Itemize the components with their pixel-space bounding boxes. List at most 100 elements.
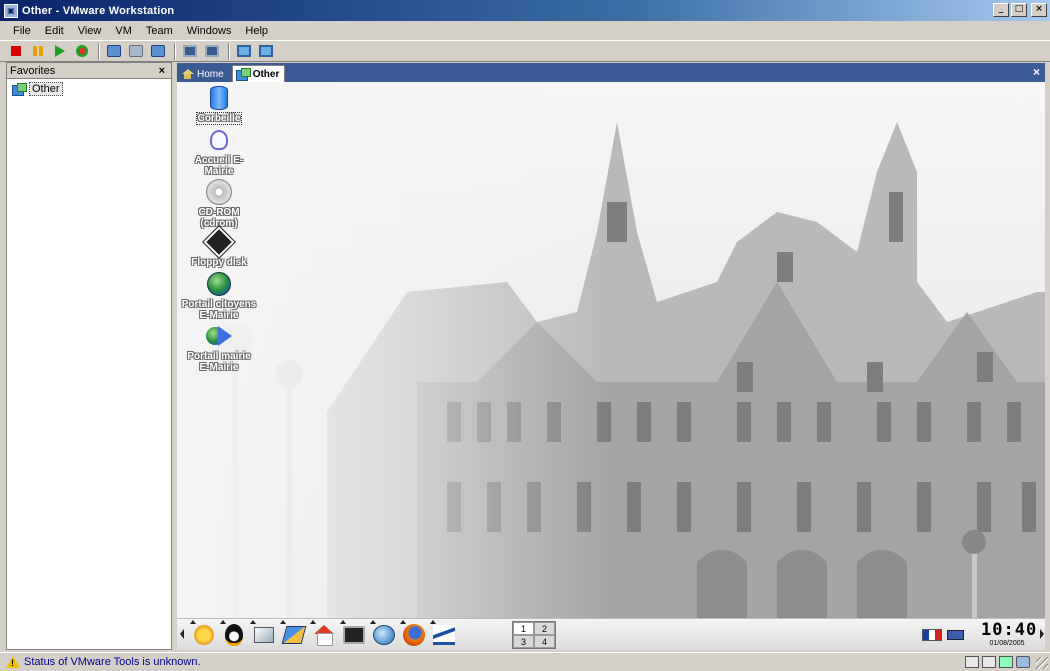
quick-switch-button[interactable] [202,42,222,61]
sound-icon[interactable] [1016,656,1030,668]
desktop-icon-label: Floppy disk [191,257,247,268]
close-button[interactable]: × [1031,3,1047,17]
menu-file[interactable]: File [6,25,38,37]
desktop-icon-portail-citoyens[interactable]: Portail citoyens E-Mairie [179,270,259,321]
favorites-item-other[interactable]: Other [7,81,171,97]
menu-vm[interactable]: VM [108,25,139,37]
status-bar: Status of VMware Tools is unknown. [0,652,1050,671]
toolbar [0,40,1050,62]
desktop-icon-portail-mairie[interactable]: Portail mairie E-Mairie [179,322,259,373]
tab-strip: Home Other × [177,63,1045,82]
close-tab-button[interactable]: × [1033,65,1040,79]
suspend-button[interactable] [28,42,48,61]
maximize-button[interactable]: □ [1011,3,1027,17]
menu-view[interactable]: View [71,25,109,37]
guest-taskbar: 1 2 3 4 10:40 01/08/2005 [177,618,1045,650]
snapshot-manager-button[interactable] [148,42,168,61]
pause-icon [33,46,43,56]
clock-date: 01/08/2005 [989,640,1025,647]
menu-windows[interactable]: Windows [180,25,239,37]
favorites-title: Favorites [10,64,56,77]
tab-home[interactable]: Home [179,66,229,82]
workspace-4[interactable]: 4 [534,635,555,648]
snapshot-button[interactable] [104,42,124,61]
launcher-tux[interactable] [220,620,247,648]
network-icon[interactable] [999,656,1013,668]
toolbar-separator [98,42,100,60]
vm-icon [235,68,251,81]
tab-home-label: Home [197,68,224,80]
monitor-switch-icon [205,45,219,57]
launcher-terminal[interactable] [340,620,367,648]
workspace-2[interactable]: 2 [534,622,555,635]
tab-other-label: Other [252,68,280,80]
desktop-icon-label: Portail citoyens E-Mairie [181,299,257,321]
workspace-3[interactable]: 3 [513,635,534,648]
launcher-files[interactable] [250,620,277,648]
harddisk-icon[interactable] [965,656,979,668]
desktop-icon-floppy[interactable]: Floppy disk [179,225,259,268]
desktop-icon-cdrom[interactable]: CD-ROM (cdrom) [179,178,259,229]
window-controls: _ □ × [993,3,1047,17]
box-icon [254,627,274,643]
firefox-icon [403,624,425,646]
launcher-home[interactable] [310,620,337,648]
window-title-bar[interactable]: ▣ Other - VMware Workstation _ □ × [0,0,1050,21]
favorites-close-button[interactable]: × [159,65,165,77]
desktop-icon-label: Accueil E-Mairie [194,155,244,177]
keyboard-layout-icon[interactable] [947,630,964,640]
trash-icon [210,86,228,110]
launcher-chart[interactable] [430,620,457,648]
power-off-button[interactable] [6,42,26,61]
camera-revert-icon [129,45,143,57]
desktop-icon-label: Portail mairie E-Mairie [187,351,251,373]
guest-desktop[interactable]: Corbeille Accueil E-Mairie CD-ROM (cdrom… [177,82,1045,618]
toolbar-separator [174,42,176,60]
globe-icon [207,272,231,296]
console-view-button[interactable] [256,42,276,61]
launcher-firefox[interactable] [400,620,427,648]
play-icon [55,45,65,57]
globe-arrow-icon [206,325,232,347]
monitor-icon [183,45,197,57]
full-screen-button[interactable] [180,42,200,61]
menu-team[interactable]: Team [139,25,180,37]
reset-icon [76,45,88,57]
french-flag-icon[interactable] [922,629,942,641]
unity-button[interactable] [234,42,254,61]
favorites-panel: Favorites × Other [6,62,172,650]
cd-icon [206,179,232,205]
menu-edit[interactable]: Edit [38,25,71,37]
sun-icon [194,625,214,645]
vm-icon [12,83,27,96]
bulb-icon [210,130,228,150]
revert-snapshot-button[interactable] [126,42,146,61]
launcher-network[interactable] [370,620,397,648]
favorites-header: Favorites × [7,63,171,79]
taskbar-scroll-left-icon[interactable] [180,629,184,639]
globe-icon [373,625,395,645]
device-status-icons [965,656,1030,668]
menu-bar: File Edit View VM Team Windows Help [0,21,1050,40]
power-on-button[interactable] [50,42,70,61]
monitor-console-icon [259,45,273,57]
minimize-button[interactable]: _ [993,3,1009,17]
home-icon [182,69,194,79]
desktop-icon-label: Corbeille [195,112,243,125]
favorites-item-label: Other [29,82,63,96]
taskbar-scroll-right-icon[interactable] [1040,629,1044,639]
desktop-icon-accueil[interactable]: Accueil E-Mairie [179,126,259,177]
reset-button[interactable] [72,42,92,61]
home-icon [314,625,334,646]
status-text: Status of VMware Tools is unknown. [24,656,201,668]
menu-help[interactable]: Help [238,25,275,37]
guest-clock[interactable]: 10:40 01/08/2005 [981,620,1038,648]
cdrom-device-icon[interactable] [982,656,996,668]
launcher-editor[interactable] [280,620,307,648]
workspace-1[interactable]: 1 [513,622,534,635]
tab-other[interactable]: Other [231,65,286,82]
clock-time: 10:40 [981,620,1038,640]
desktop-icon-corbeille[interactable]: Corbeille [179,84,259,125]
resize-grip-icon[interactable] [1036,657,1048,669]
launcher-settings[interactable] [190,620,217,648]
